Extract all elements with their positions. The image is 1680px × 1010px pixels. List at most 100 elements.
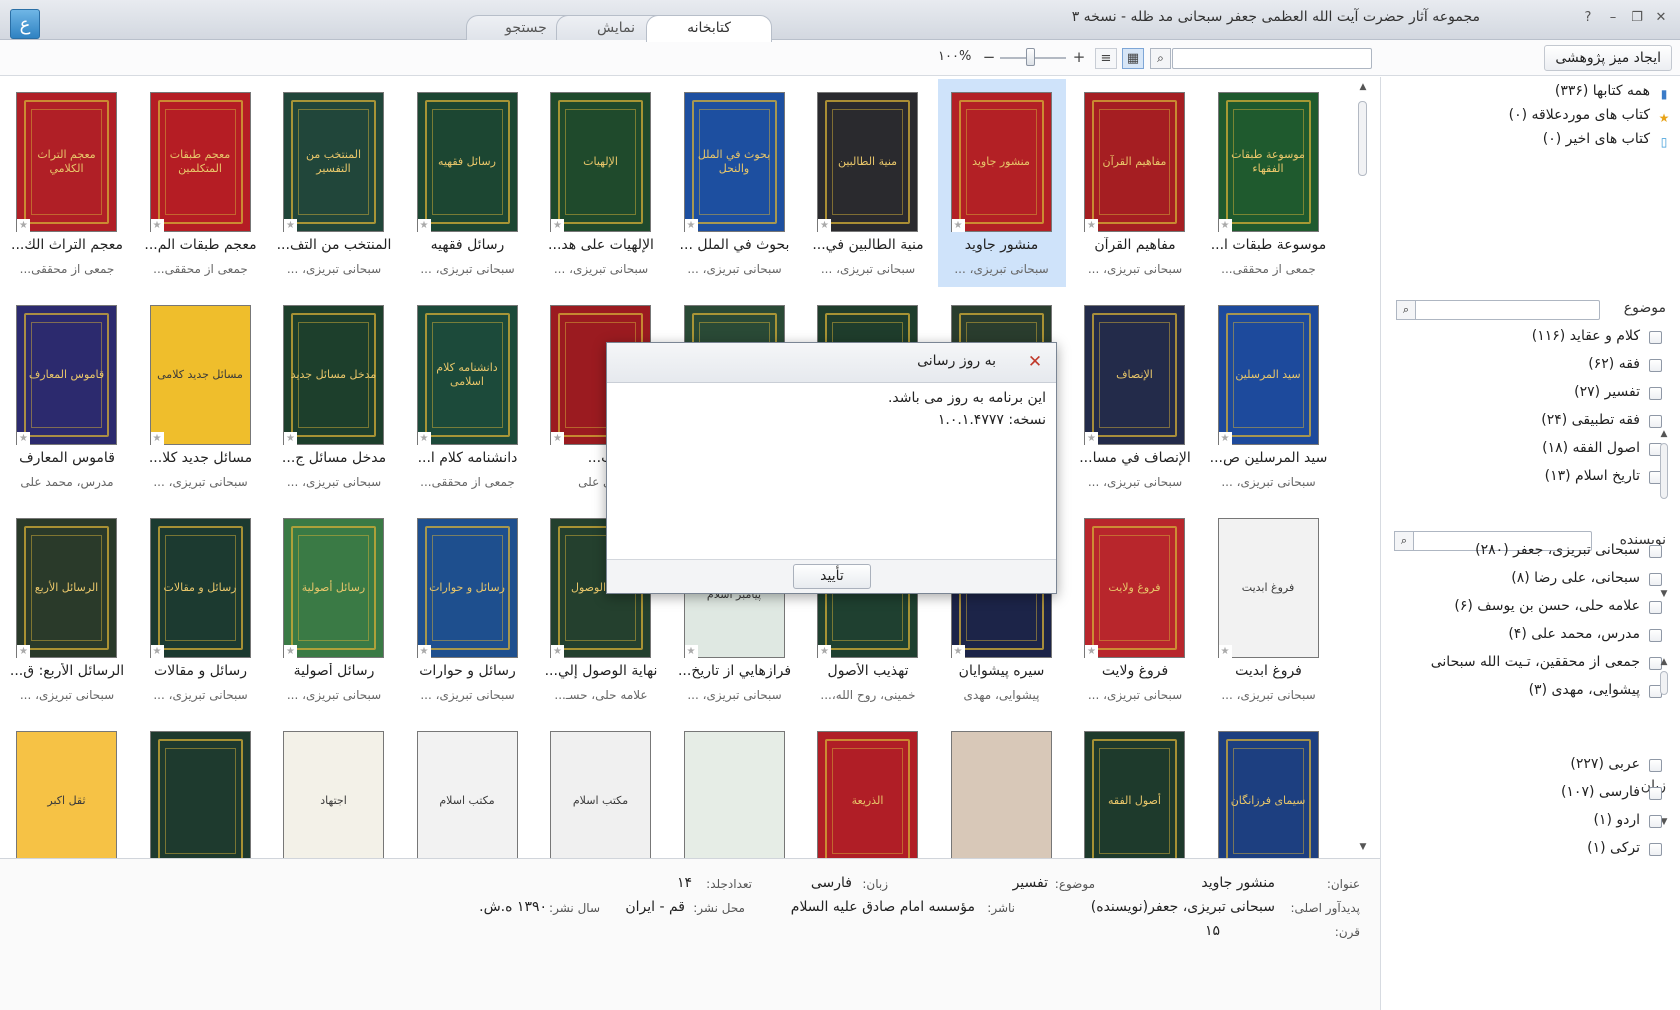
book-cover[interactable]: مکتب اسلام [550,731,651,858]
book-cover[interactable]: فروغ ابدیت [1217,518,1319,658]
book-cover[interactable]: الرسائل الأربع [16,518,117,658]
zoom-out-button[interactable]: − [980,49,998,67]
favorite-star-icon[interactable]: ★ [150,645,164,658]
book-item[interactable]: معجم طبقات المتكلمين ★ معجم طبقات الم... جم… [137,79,265,287]
book-item[interactable]: مکتب اسلام★ [404,718,532,858]
book-cover[interactable]: موسوعة طبقات الفقهاء [1217,92,1319,232]
grid-view-icon[interactable]: ▦ [1122,48,1144,69]
book-cover[interactable]: مدخل مسائل جديد [283,305,384,445]
favorite-star-icon[interactable]: ★ [17,432,30,445]
book-cover[interactable]: رسائل فقهيه [416,92,518,232]
book-item[interactable]: معجم التراث الكلامي ★ معجم التراث الك... جم… [3,79,131,287]
subject-filter-input[interactable] [1410,300,1600,320]
book-item[interactable]: الرسائل الأربع ★ الرسائل الأربع: ق... سبحان… [3,505,131,713]
zoom-in-button[interactable]: + [1070,49,1088,67]
book-cover[interactable]: رسائل و حوارات [416,518,518,658]
scroll-down-icon[interactable]: ▼ [1357,841,1369,853]
book-item[interactable]: قاموس المعارف ★ قاموس المعارف مدرس، محمد عل… [3,292,131,500]
restore-button[interactable]: ❐ [1627,8,1647,28]
book-item[interactable]: الإنصاف ★ الإنصاف في مسا... سبحانی تبریزی، … [1071,292,1199,500]
scroll-up-icon[interactable]: ▲ [1658,657,1670,667]
book-item[interactable]: سیمای فرزانگان★ [1205,718,1333,858]
author-filter-row[interactable]: مدرس، محمد علی (۴) [1390,624,1662,648]
book-cover[interactable] [683,731,785,858]
book-cover[interactable]: اجتهاد [283,731,384,858]
author-filter-row[interactable]: جمعی از محققین، تـیت الله سبحانی [1390,652,1662,676]
favorite-star-icon[interactable]: ★ [1218,645,1232,658]
book-item[interactable]: ★ [137,718,265,858]
sidebar-item-recent[interactable]: کتاب های اخیر (۰) [1543,131,1650,147]
language-filter-row[interactable]: اردو (۱) [1390,810,1662,834]
favorite-star-icon[interactable]: ★ [17,219,30,232]
book-cover[interactable]: مسائل جدید کلامی [149,305,251,445]
book-item[interactable]: مکتب اسلام★ [537,718,665,858]
subject-filter-row[interactable]: تاریخ اسلام (۱۳) [1390,466,1662,490]
book-cover[interactable]: فروغ ولایت [1084,518,1185,658]
author-filter-row[interactable]: سبحانی تبریزی، جعفر (۲۸۰) [1390,540,1662,564]
library-search-input[interactable] [1172,48,1372,69]
ok-button[interactable]: تأیید [793,564,871,589]
subject-checkbox[interactable] [1649,387,1662,400]
grid-scrollbar[interactable]: ▲ ▼ [1355,77,1371,858]
book-cover[interactable]: دانشنامه كلام اسلامی [416,305,518,445]
subject-filter-row[interactable]: فقه (۶۲) [1390,354,1662,378]
language-checkbox[interactable] [1649,759,1662,772]
author-checkbox[interactable] [1649,545,1662,558]
create-research-desk-button[interactable]: ایجاد میز پژوهشی [1544,45,1672,71]
book-item[interactable]: دانشنامه كلام اسلامی ★ دانشنامه كلام ا... ج… [404,292,532,500]
book-item[interactable]: منية الطالبين ★ منية الطالبين في... سبحانی … [804,79,932,287]
favorite-star-icon[interactable]: ★ [684,219,698,232]
favorite-star-icon[interactable]: ★ [1218,219,1232,232]
author-checkbox[interactable] [1649,601,1662,614]
sidebar-item-all-books[interactable]: همه کتابها (۳۳۶) [1555,83,1650,99]
favorite-star-icon[interactable]: ★ [1085,432,1098,445]
book-cover[interactable]: المنتخب من التفسير [283,92,384,232]
subject-checkbox[interactable] [1649,359,1662,372]
book-cover[interactable]: مکتب اسلام [416,731,518,858]
favorite-star-icon[interactable]: ★ [951,645,965,658]
subject-checkbox[interactable] [1649,331,1662,344]
book-item[interactable]: فروغ ولایت ★ فروغ ولايت سبحانی تبریزی، ... [1071,505,1199,713]
book-item[interactable]: رسائل و مقالات ★ رسائل و مقالات سبحانی تبری… [137,505,265,713]
book-cover[interactable]: رسائل و مقالات [149,518,251,658]
book-item[interactable]: فروغ ابدیت ★ فروغ ابديت سبحانی تبریزی، ... [1205,505,1333,713]
book-cover[interactable]: الإنصاف [1084,305,1185,445]
author-filter-row[interactable]: علامه حلی، حسن بن یوسف (۶) [1390,596,1662,620]
favorite-star-icon[interactable]: ★ [1218,432,1232,445]
favorite-star-icon[interactable]: ★ [1085,645,1098,658]
book-item[interactable]: موسوعة طبقات الفقهاء ★ موسوعة طبقات ا... جم… [1205,79,1333,287]
book-cover[interactable]: معجم طبقات المتكلمين [149,92,251,232]
book-item[interactable]: رسائل فقهيه ★ رسائل فقهيه سبحانی تبریزی، ..… [404,79,532,287]
favorite-star-icon[interactable]: ★ [551,219,564,232]
book-cover[interactable]: ثقل اکبر [16,731,117,858]
book-item[interactable]: أصول الفقه★ [1071,718,1199,858]
book-item[interactable]: ★ [671,718,799,858]
favorite-star-icon[interactable]: ★ [284,645,297,658]
language-checkbox[interactable] [1649,787,1662,800]
book-item[interactable]: رسائل أصولية ★ رسائل أصولية سبحانی تبریزی، … [270,505,398,713]
favorite-star-icon[interactable]: ★ [150,219,164,232]
favorite-star-icon[interactable]: ★ [1085,219,1098,232]
book-cover[interactable]: سیمای فرزانگان [1217,731,1319,858]
language-filter-row[interactable]: فارسی (۱۰۷) [1390,782,1662,806]
book-cover[interactable]: الذريعة [817,731,918,858]
book-item[interactable]: ثقل اکبر★ [3,718,131,858]
favorite-star-icon[interactable]: ★ [951,219,965,232]
favorite-star-icon[interactable]: ★ [284,219,297,232]
favorite-star-icon[interactable]: ★ [417,432,431,445]
book-item[interactable]: مفاهيم القرآن ★ مفاهيم القرآن سبحانی تبریزی… [1071,79,1199,287]
favorite-star-icon[interactable]: ★ [150,432,164,445]
scroll-thumb[interactable] [1358,101,1367,176]
help-button[interactable]: ? [1578,8,1598,28]
zoom-slider-thumb[interactable] [1025,48,1035,66]
subject-checkbox[interactable] [1649,415,1662,428]
book-cover[interactable]: منشور جاويد [950,92,1052,232]
scroll-up-icon[interactable]: ▲ [1658,429,1670,439]
book-item[interactable]: مدخل مسائل جديد ★ مدخل مسائل ج... سبحانی تب… [270,292,398,500]
language-checkbox[interactable] [1649,843,1662,856]
book-item[interactable]: المنتخب من التفسير ★ المنتخب من التف... سبح… [270,79,398,287]
author-filter-row[interactable]: پیشوایی، مهدی (۳) [1390,680,1662,704]
language-checkbox[interactable] [1649,815,1662,828]
book-item[interactable]: منشور جاويد ★ منشور جاويد سبحانی تبریزی، ..… [937,79,1066,287]
author-checkbox[interactable] [1649,629,1662,642]
